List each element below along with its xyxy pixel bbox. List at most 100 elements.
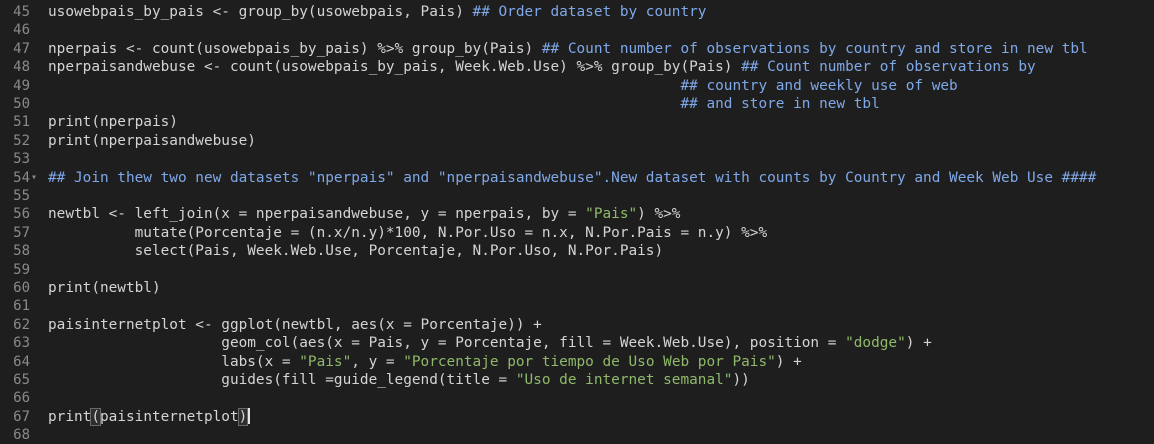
line-number: 65 [13, 372, 30, 388]
code-text: print(newtbl) [48, 279, 161, 297]
code-line[interactable]: 52 print(nperpaisandwebuse) [0, 132, 1154, 150]
code-line[interactable]: 45 usowebpais_by_pais <- group_by(usowebp… [0, 3, 1154, 21]
code-line[interactable]: 49 ## country and weekly use of web [0, 77, 1154, 95]
code-line[interactable]: 67 print(paisinternetplot) [0, 407, 1154, 426]
line-number: 66 [13, 390, 30, 407]
line-number: 64 [13, 353, 30, 370]
code-text: select(Pais, Week.Web.Use, Porcentaje, N… [48, 242, 664, 260]
line-number: 60 [13, 280, 30, 296]
code-token: ) + [905, 335, 932, 352]
fold-arrow-icon[interactable]: ▾ [31, 169, 37, 187]
line-number: 51 [13, 114, 30, 131]
line-number: 61 [13, 298, 30, 315]
code-token: paisinternetplot [100, 408, 239, 425]
code-text: paisinternetplot <- ggplot(newtbl, aes(x… [48, 316, 542, 334]
line-number: 68 [13, 427, 30, 444]
line-number: 49 [13, 77, 30, 94]
code-comment: ## Order dataset by country [472, 4, 707, 20]
code-text: print(paisinternetplot) [48, 407, 250, 426]
line-number: 63 [13, 335, 30, 352]
code-line[interactable]: 64 labs(x = "Pais", y = "Porcentaje por … [0, 353, 1154, 371]
code-text: labs(x = "Pais", y = "Porcentaje por tie… [48, 353, 802, 371]
code-text: usowebpais_by_pais <- group_by(usowebpai… [48, 3, 706, 21]
code-token: mutate(Porcentaje = (n.x/n.y)*100, N.Por… [48, 224, 768, 241]
code-line[interactable]: 46 [0, 21, 1154, 39]
code-line[interactable]: 66 [0, 389, 1154, 407]
code-line[interactable]: 63 geom_col(aes(x = Pais, y = Porcentaje… [0, 334, 1154, 352]
code-line[interactable]: 58 select(Pais, Week.Web.Use, Porcentaje… [0, 242, 1154, 260]
code-token: paisinternetplot <- ggplot(newtbl, aes(x… [48, 316, 542, 333]
text-cursor [248, 407, 250, 424]
code-token: print [48, 408, 92, 425]
string-literal: "Uso de internet semanal" [515, 372, 733, 388]
code-text: ## Join thew two new datasets "nperpais"… [48, 169, 1096, 187]
code-line[interactable]: 51 print(nperpais) [0, 113, 1154, 131]
line-number: 47 [13, 40, 30, 57]
code-comment: ## Count number of observations by count… [541, 40, 1088, 57]
code-token: newtbl <- left_join(x = nperpaisandwebus… [48, 206, 586, 223]
string-literal: "Porcentaje por tiempo de Uso Web por Pa… [403, 353, 776, 370]
line-number: 50 [13, 96, 30, 112]
string-literal: "dodge" [845, 335, 906, 352]
code-comment: ## Join thew two new datasets "nperpais"… [48, 169, 1097, 186]
code-line[interactable]: 55 [0, 187, 1154, 205]
code-token: print(newtbl) [48, 280, 161, 296]
code-line[interactable]: 47 nperpais <- count(usowebpais_by_pais) … [0, 40, 1154, 58]
line-number: 45 [13, 4, 30, 20]
code-line[interactable]: 54 ▾ ## Join thew two new datasets "nperpa… [0, 169, 1154, 187]
code-token: labs(x = [48, 353, 300, 370]
code-text: print(nperpais) [48, 113, 178, 131]
code-line[interactable]: 53 [0, 150, 1154, 168]
line-number: 57 [13, 224, 30, 241]
line-number: 52 [13, 132, 30, 149]
code-line[interactable]: 62 paisinternetplot <- ggplot(newtbl, aes… [0, 316, 1154, 334]
code-line[interactable]: 48 nperpaisandwebuse <- count(usowebpais_… [0, 58, 1154, 76]
code-token: )) [732, 372, 750, 388]
code-text: print(nperpaisandwebuse) [48, 132, 256, 150]
code-comment: ## and store in new tbl [680, 96, 880, 112]
code-line[interactable]: 57 mutate(Porcentaje = (n.x/n.y)*100, N.… [0, 224, 1154, 242]
line-number: 53 [13, 151, 30, 168]
line-number: 59 [13, 261, 30, 278]
code-token: print(nperpaisandwebuse) [48, 132, 256, 149]
line-number: 54 [13, 169, 30, 186]
code-token: ) + [775, 353, 802, 370]
code-text: ## country and weekly use of web [48, 77, 958, 95]
line-number: 58 [13, 243, 30, 260]
code-text: mutate(Porcentaje = (n.x/n.y)*100, N.Por… [48, 224, 767, 242]
string-literal: "Pais" [299, 353, 352, 370]
line-number: 56 [13, 206, 30, 223]
code-text: guides(fill =guide_legend(title = "Uso d… [48, 371, 750, 389]
code-line[interactable]: 61 [0, 297, 1154, 315]
code-line[interactable]: 68 [0, 426, 1154, 444]
string-literal: "Pais" [585, 206, 638, 223]
code-token: nperpaisandwebuse <- count(usowebpais_by… [48, 59, 742, 76]
line-number: 55 [13, 188, 30, 204]
matched-bracket: ) [237, 407, 249, 426]
code-line[interactable]: 60 print(newtbl) [0, 279, 1154, 297]
code-editor[interactable]: 45 usowebpais_by_pais <- group_by(usowebp… [0, 0, 1154, 443]
code-line[interactable]: 56 newtbl <- left_join(x = nperpaisandweb… [0, 205, 1154, 223]
code-line[interactable]: 50 ## and store in new tbl [0, 95, 1154, 113]
code-token: usowebpais_by_pais <- group_by(usowebpai… [48, 4, 473, 20]
line-number: 46 [13, 22, 30, 39]
code-text: geom_col(aes(x = Pais, y = Porcentaje, f… [48, 334, 932, 352]
code-token: select(Pais, Week.Web.Use, Porcentaje, N… [48, 243, 664, 260]
code-line[interactable]: 65 guides(fill =guide_legend(title = "Us… [0, 371, 1154, 389]
code-token: geom_col(aes(x = Pais, y = Porcentaje, f… [48, 335, 846, 352]
code-text: newtbl <- left_join(x = nperpaisandwebus… [48, 205, 680, 223]
code-token: nperpais <- count(usowebpais_by_pais) %>… [48, 40, 542, 57]
code-token: print(nperpais) [48, 114, 178, 131]
code-token: ) %>% [637, 206, 681, 223]
code-comment: ## country and weekly use of web [680, 77, 958, 94]
code-line[interactable]: 59 [0, 261, 1154, 279]
code-text: nperpaisandwebuse <- count(usowebpais_by… [48, 58, 1036, 76]
code-comment: ## Count number of observations by [741, 59, 1036, 76]
code-text: nperpais <- count(usowebpais_by_pais) %>… [48, 40, 1088, 58]
code-text: ## and store in new tbl [48, 95, 880, 113]
matched-bracket: ( [90, 407, 101, 426]
code-token: , y = [351, 353, 404, 370]
line-number: 67 [13, 408, 30, 425]
